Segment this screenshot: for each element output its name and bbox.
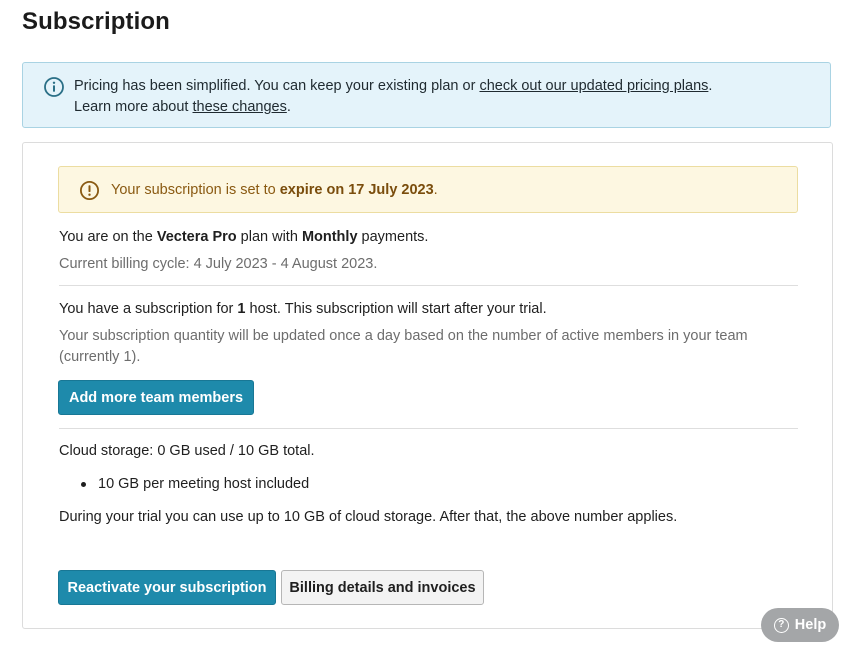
host-suffix: host. This subscription will start after… <box>245 301 547 317</box>
divider <box>59 285 798 286</box>
these-changes-link[interactable]: these changes <box>193 99 287 115</box>
expiry-warning-banner: Your subscription is set to expire on 17… <box>58 166 798 213</box>
page-title: Subscription <box>22 8 170 35</box>
warning-text-before: Your subscription is set to <box>111 182 280 198</box>
info-text-before: Pricing has been simplified. You can kee… <box>74 78 480 94</box>
quantity-note: Your subscription quantity will be updat… <box>59 328 748 365</box>
trial-storage-note: During your trial you can use up to 10 G… <box>59 509 678 525</box>
plan-prefix: You are on the <box>59 229 157 245</box>
pricing-plans-link[interactable]: check out our updated pricing plans <box>479 78 708 94</box>
expiry-date: expire on 17 July 2023 <box>279 182 434 198</box>
storage-bullet-text: 10 GB per meeting host included <box>98 476 310 492</box>
info-circle-icon <box>43 76 65 98</box>
plan-middle: plan with <box>236 229 302 245</box>
host-count: 1 <box>237 301 246 317</box>
reactivate-subscription-button[interactable]: Reactivate your subscription <box>58 570 276 605</box>
help-button[interactable]: ? Help <box>761 608 839 642</box>
info-text-after: . <box>708 78 713 94</box>
info-line2-after: . <box>286 99 291 115</box>
info-line2-before: Learn more about <box>74 99 193 115</box>
pricing-info-banner: Pricing has been simplified. You can kee… <box>22 62 831 128</box>
help-label: Help <box>794 617 827 633</box>
payment-frequency: Monthly <box>301 229 358 245</box>
warning-text-after: . <box>433 182 438 198</box>
info-banner-text: Pricing has been simplified. You can kee… <box>74 76 712 118</box>
host-summary: You have a subscription for 1 host. This… <box>59 299 547 319</box>
bullet-dot <box>81 482 86 487</box>
question-circle-icon: ? <box>773 617 789 633</box>
subscription-card: Your subscription is set to expire on 17… <box>22 142 833 629</box>
add-team-members-button[interactable]: Add more team members <box>58 380 254 415</box>
plan-name: Vectera Pro <box>156 229 237 245</box>
host-prefix: You have a subscription for <box>59 301 238 317</box>
plan-summary: You are on the Vectera Pro plan with Mon… <box>59 227 428 247</box>
exclamation-circle-icon <box>79 180 100 201</box>
plan-suffix: payments. <box>357 229 429 245</box>
divider <box>59 428 798 429</box>
billing-details-button[interactable]: Billing details and invoices <box>281 570 484 605</box>
list-item: 10 GB per meeting host included <box>81 474 310 494</box>
expiry-warning-text: Your subscription is set to expire on 17… <box>111 180 438 200</box>
storage-summary: Cloud storage: 0 GB used / 10 GB total. <box>59 443 315 459</box>
billing-cycle: Current billing cycle: 4 July 2023 - 4 A… <box>59 256 378 272</box>
